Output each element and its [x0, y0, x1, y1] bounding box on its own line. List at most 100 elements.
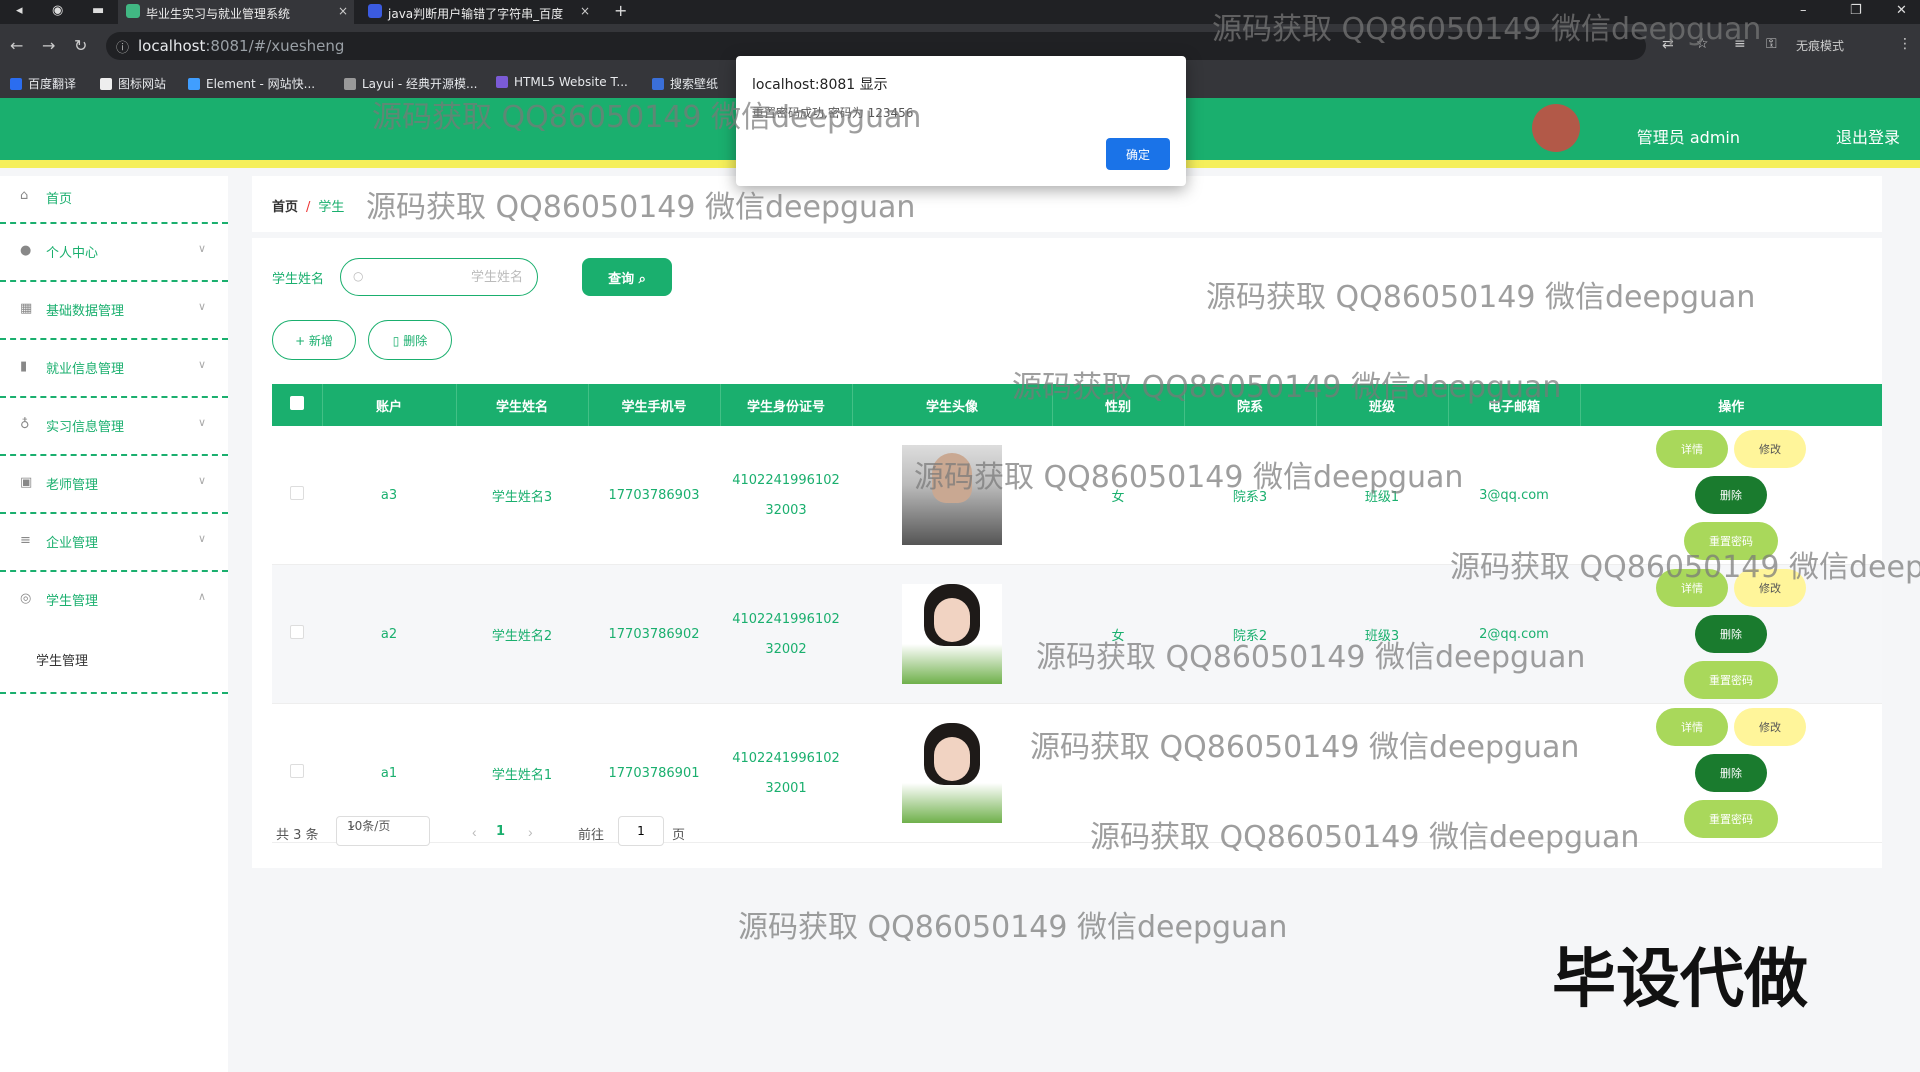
menu-icon: ≡ [20, 533, 31, 548]
row-checkbox[interactable] [290, 486, 304, 500]
admin-user-label[interactable]: 管理员 admin [1637, 124, 1740, 148]
cell-gender: 女 [1052, 426, 1184, 565]
goto-page-input[interactable] [618, 816, 664, 846]
cell-avatar [852, 426, 1052, 565]
alert-ok-button[interactable]: 确定 [1106, 138, 1170, 170]
logout-link[interactable]: 退出登录 [1836, 124, 1900, 148]
reset-password-button[interactable]: 重置密码 [1684, 522, 1778, 560]
cell-email [1448, 703, 1580, 843]
cell-id-card: 4102241996102 32002 [720, 564, 852, 704]
alert-title: localhost:8081 显示 [752, 77, 888, 93]
info-icon: ⓘ [116, 41, 130, 56]
select-all-header[interactable] [272, 384, 323, 426]
cell-dept [1184, 703, 1316, 843]
tab-baidu[interactable]: java判断用户输错了字符串_百度 × [360, 0, 596, 24]
back-icon[interactable]: ← [10, 36, 23, 55]
trash-icon: ▯ [392, 333, 404, 348]
student-avatar-image[interactable] [902, 445, 1002, 545]
reading-list-icon[interactable]: ≡ [1734, 36, 1746, 52]
table-header-row: 账户 学生姓名 学生手机号 学生身份证号 学生头像 性别 院系 班级 电子邮箱 … [272, 384, 1882, 426]
reload-icon[interactable]: ↻ [74, 36, 87, 55]
next-page-button[interactable]: › [528, 824, 533, 840]
incognito-label[interactable]: 无痕模式 [1796, 37, 1844, 54]
sidebar-item-home[interactable]: ⌂ 首页 [0, 176, 228, 224]
student-avatar-image[interactable] [902, 723, 1002, 823]
row-checkbox[interactable] [290, 764, 304, 778]
minimize-icon[interactable]: – [1800, 3, 1807, 18]
teacher-icon: ▣ [20, 475, 33, 490]
bookmark-item[interactable]: HTML5 Website T... [496, 75, 628, 89]
search-input[interactable] [373, 267, 523, 287]
close-window-icon[interactable]: ✕ [1896, 3, 1907, 18]
detail-button[interactable]: 详情 [1656, 708, 1728, 746]
bookmark-item[interactable]: 百度翻译 [10, 75, 76, 92]
key-icon[interactable]: ⚿ [1766, 36, 1777, 52]
sidebar-item-profile[interactable]: ● 个人中心 ∨ [0, 224, 228, 282]
sidebar-item-internship[interactable]: ♁ 实习信息管理 ∨ [0, 398, 228, 456]
batch-delete-button[interactable]: ▯ 删除 [368, 320, 452, 360]
prev-page-button[interactable]: ‹ [472, 824, 477, 840]
bookmark-item[interactable]: Element - 网站快... [188, 75, 315, 92]
translate-icon[interactable]: ⇄ [1662, 36, 1674, 52]
col-avatar: 学生头像 [852, 384, 1053, 426]
student-table: 账户 学生姓名 学生手机号 学生身份证号 学生头像 性别 院系 班级 电子邮箱 … [272, 384, 1882, 843]
more-icon[interactable]: ⋮ [1898, 36, 1912, 52]
tab-close-icon[interactable]: × [338, 4, 348, 18]
url-host: localhost [138, 37, 206, 55]
row-checkbox[interactable] [290, 625, 304, 639]
edit-button[interactable]: 修改 [1734, 569, 1806, 607]
bookmark-item[interactable]: 搜索壁纸 [652, 75, 718, 92]
browser-app-icon[interactable]: ◉ [52, 3, 63, 18]
tab-label: java判断用户输错了字符串_百度 [388, 7, 564, 21]
new-tab-button[interactable]: + [614, 1, 627, 20]
student-avatar-image[interactable] [902, 584, 1002, 684]
delete-button[interactable]: 删除 [1695, 476, 1767, 514]
bookmark-item[interactable]: 图标网站 [100, 75, 166, 92]
forward-icon[interactable]: → [42, 36, 55, 55]
search-label: 学生姓名 [272, 272, 325, 287]
search-box[interactable]: ○ [340, 258, 538, 296]
cursor-highlight [1532, 104, 1580, 152]
sidebar-item-base-data[interactable]: ▦ 基础数据管理 ∨ [0, 282, 228, 340]
audio-icon[interactable]: ◂ [16, 3, 23, 18]
chevron-down-icon: ∨ [197, 300, 206, 313]
sidebar-item-employment[interactable]: ▮ 就业信息管理 ∨ [0, 340, 228, 398]
reset-password-button[interactable]: 重置密码 [1684, 800, 1778, 838]
breadcrumb-home[interactable]: 首页 [272, 200, 298, 215]
delete-button[interactable]: 删除 [1695, 615, 1767, 653]
page-unit-label: 页 [672, 828, 686, 843]
search-icon: ○ [353, 269, 364, 283]
detail-button[interactable]: 详情 [1656, 430, 1728, 468]
star-icon[interactable]: ☆ [1696, 36, 1709, 52]
delete-button[interactable]: 删除 [1695, 754, 1767, 792]
chevron-down-icon: ∨ [197, 358, 206, 371]
bookmark-icon [344, 78, 356, 90]
window-icon[interactable]: ▬ [92, 3, 104, 18]
bookmark-item[interactable]: Layui - 经典开源模... [344, 75, 477, 92]
cell-email: 2@qq.com [1448, 564, 1580, 704]
select-all-checkbox[interactable] [289, 396, 304, 410]
current-page[interactable]: 1 [496, 824, 505, 839]
restore-icon[interactable]: ❐ [1850, 3, 1862, 18]
query-button[interactable]: 查询 ⌕ [582, 258, 672, 296]
cell-email: 3@qq.com [1448, 426, 1580, 565]
tab-system[interactable]: 毕业生实习与就业管理系统 × [118, 0, 354, 24]
add-button[interactable]: + 新增 [272, 320, 356, 360]
cell-name: 学生姓名1 [456, 703, 588, 843]
tab-close-icon[interactable]: × [580, 4, 590, 18]
table-row: a1 学生姓名1 17703786901 4102241996102 32001 … [272, 703, 1882, 843]
browser-tab-strip: ◂ ◉ ▬ 毕业生实习与就业管理系统 × java判断用户输错了字符串_百度 ×… [0, 0, 1920, 24]
page-size-select[interactable]: 10条/页 ⌄ [336, 816, 430, 846]
bookmark-icon [100, 78, 112, 90]
edit-button[interactable]: 修改 [1734, 708, 1806, 746]
sidebar-item-student[interactable]: ◎ 学生管理 ∧ [0, 572, 228, 630]
tab-label: 毕业生实习与就业管理系统 [146, 7, 291, 21]
detail-button[interactable]: 详情 [1656, 569, 1728, 607]
sidebar-subitem-student-manage[interactable]: 学生管理 [0, 630, 228, 694]
col-account: 账户 [322, 384, 457, 426]
sidebar-item-teacher[interactable]: ▣ 老师管理 ∨ [0, 456, 228, 514]
sidebar-item-company[interactable]: ≡ 企业管理 ∨ [0, 514, 228, 572]
reset-password-button[interactable]: 重置密码 [1684, 661, 1778, 699]
chevron-down-icon: ∨ [197, 474, 206, 487]
edit-button[interactable]: 修改 [1734, 430, 1806, 468]
